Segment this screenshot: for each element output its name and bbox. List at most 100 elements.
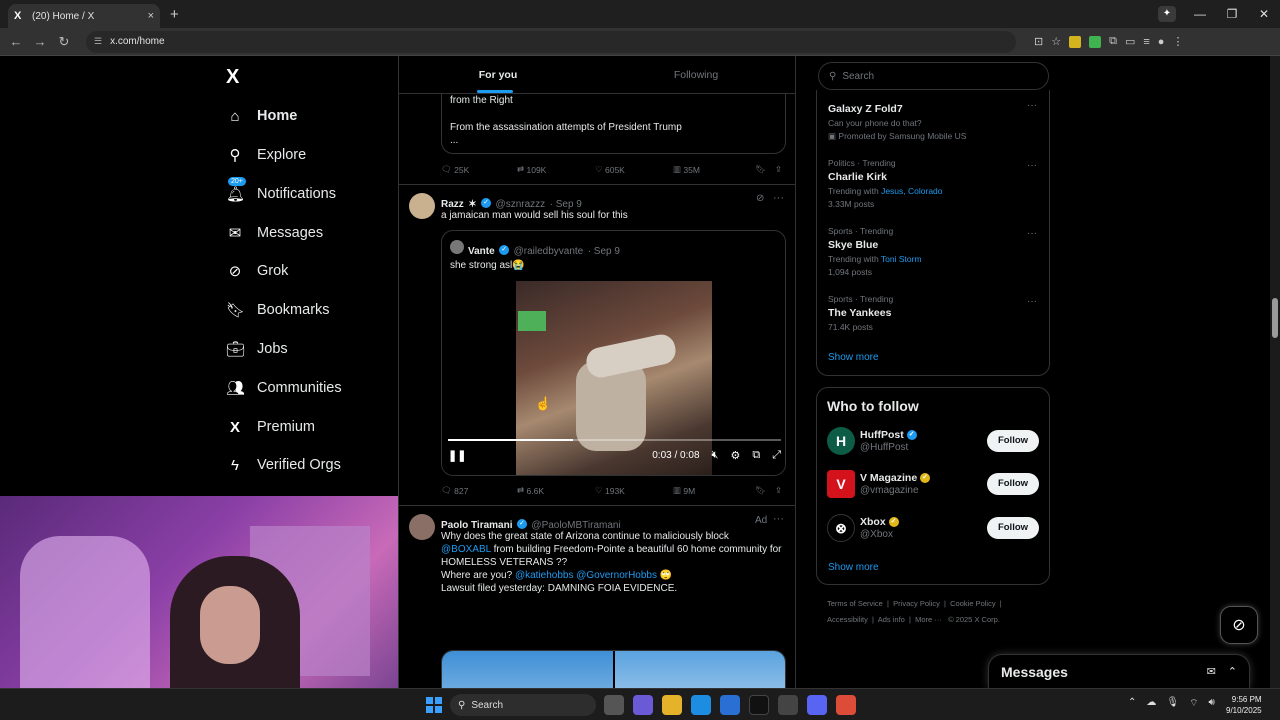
menu-kebab-icon[interactable]: ⋮ <box>1172 35 1183 48</box>
nav-explore[interactable]: ⚲ Explore <box>226 143 307 167</box>
fullscreen-icon[interactable]: ⤢ <box>772 449 781 462</box>
ad-image-left[interactable] <box>442 651 613 688</box>
mention-link[interactable]: @GovernorHobbs <box>573 570 657 581</box>
more-options-icon[interactable]: ··· <box>773 192 784 204</box>
nav-grok[interactable]: ⊘ Grok <box>226 259 289 283</box>
repost-button[interactable]: ⇄ 6.6K <box>517 485 595 496</box>
volume-icon[interactable]: 🔊︎ <box>1209 697 1215 710</box>
tab-following[interactable]: Following <box>597 56 795 93</box>
like-button[interactable]: ♡ 193K <box>595 485 673 496</box>
nav-messages[interactable]: ✉ Messages <box>226 221 323 245</box>
discord-icon[interactable] <box>807 695 827 715</box>
post1-card[interactable]: from the Right From the assassination at… <box>441 92 786 154</box>
quote-card[interactable]: Vante ✓ @railedbyvante · Sep 9 she stron… <box>441 230 786 476</box>
share-icon[interactable]: ⇪ <box>775 164 782 175</box>
x-logo-icon[interactable]: X <box>226 66 239 89</box>
follow-suggestion[interactable]: H HuffPost ✓ @HuffPost Follow <box>827 425 1039 457</box>
repost-button[interactable]: ⇄ 109K <box>517 164 595 175</box>
video-progress-bar[interactable] <box>448 439 781 441</box>
nav-home[interactable]: ⌂ Home <box>226 104 297 128</box>
url-field[interactable]: ☰ x.com/home <box>86 30 1016 53</box>
pip-icon[interactable]: ⧉ <box>752 449 760 462</box>
avatar[interactable] <box>409 514 435 540</box>
grok-explain-icon[interactable]: ⊘ <box>756 193 764 204</box>
forward-icon[interactable]: → <box>28 34 52 49</box>
more-options-icon[interactable]: ··· <box>1027 100 1037 111</box>
mute-icon[interactable]: 🔇︎ <box>712 449 719 462</box>
page-scrollbar[interactable] <box>1270 56 1280 688</box>
reply-button[interactable]: 🗨︎ 25K <box>441 164 517 175</box>
steam-icon[interactable] <box>778 695 798 715</box>
nav-verified-orgs[interactable]: ϟ Verified Orgs <box>226 453 341 477</box>
task-view-icon[interactable] <box>604 695 624 715</box>
taskbar-clock[interactable]: 9:56 PM 9/10/2025 <box>1226 694 1262 716</box>
file-explorer-icon[interactable] <box>662 695 682 715</box>
media-icon[interactable]: ≡ <box>1143 36 1149 48</box>
install-app-icon[interactable]: ⊡ <box>1034 35 1043 48</box>
nav-jobs[interactable]: 💼︎ Jobs <box>226 337 288 361</box>
ad-image-grid[interactable] <box>441 650 786 688</box>
video-player[interactable]: ❚❚ 0:03 / 0:08 🔇︎ ⚙ ⧉ ⤢ <box>442 281 785 475</box>
trend-item[interactable]: Galaxy Z Fold7 Can your phone do that? ▣… <box>828 100 1038 142</box>
footer-link[interactable]: Privacy Policy <box>893 599 940 608</box>
follow-suggestion[interactable]: ⊗ Xbox ✓ @Xbox Follow <box>827 512 1039 544</box>
extension-yellow-icon[interactable] <box>1069 35 1082 48</box>
trend-item[interactable]: Politics · Trending Charlie Kirk Trendin… <box>828 158 1038 209</box>
bookmark-post-icon[interactable]: 🔖︎ <box>755 485 775 496</box>
copilot-icon[interactable] <box>633 695 653 715</box>
onedrive-icon[interactable]: ☁ <box>1146 697 1156 710</box>
scrollbar-thumb[interactable] <box>1272 298 1278 338</box>
more-options-icon[interactable]: ··· <box>1027 296 1037 307</box>
extension-green-icon[interactable] <box>1089 35 1102 48</box>
views-button[interactable]: ▥ 9M <box>673 485 755 496</box>
like-button[interactable]: ♡ 605K <box>595 164 673 175</box>
ai-sparkle-icon[interactable]: ✦ <box>1158 6 1176 22</box>
messages-drawer[interactable]: Messages ✉ ⌃ <box>988 654 1250 688</box>
nav-bookmarks[interactable]: 🔖︎ Bookmarks <box>226 298 330 322</box>
split-view-icon[interactable]: ▭ <box>1125 35 1135 48</box>
tab-for-you[interactable]: For you <box>399 56 597 93</box>
tiktok-icon[interactable] <box>749 695 769 715</box>
edge-icon[interactable] <box>691 695 711 715</box>
new-message-icon[interactable]: ✉ <box>1207 665 1216 678</box>
show-more-link[interactable]: Show more <box>828 352 879 363</box>
mention-link[interactable]: @BOXABL <box>441 544 491 555</box>
footer-more[interactable]: More ··· <box>915 615 942 624</box>
close-window-button[interactable]: ✕ <box>1248 7 1280 21</box>
avatar[interactable] <box>409 193 435 219</box>
minimize-button[interactable]: — <box>1184 7 1216 21</box>
windows-start-icon[interactable] <box>426 697 442 713</box>
reload-icon[interactable]: ↻ <box>52 34 76 50</box>
grok-floating-button[interactable]: ⊘ <box>1220 606 1258 644</box>
follow-button[interactable]: Follow <box>987 517 1039 539</box>
site-info-icon[interactable]: ☰ <box>94 36 102 47</box>
follow-button[interactable]: Follow <box>987 473 1039 495</box>
share-icon[interactable]: ⇪ <box>775 485 782 496</box>
footer-link[interactable]: Ads info <box>878 615 905 624</box>
search-input[interactable]: ⚲ Search <box>818 62 1049 90</box>
more-options-icon[interactable]: ··· <box>1027 228 1037 239</box>
network-icon[interactable]: ⌔ <box>1189 697 1198 710</box>
chrome-icon[interactable] <box>836 695 856 715</box>
nav-premium[interactable]: X Premium <box>226 415 315 439</box>
more-options-icon[interactable]: ··· <box>773 513 784 525</box>
ad-image-right[interactable] <box>615 651 785 688</box>
footer-link[interactable]: Terms of Service <box>827 599 883 608</box>
footer-link[interactable]: Accessibility <box>827 615 868 624</box>
profile-avatar-icon[interactable]: ● <box>1158 36 1165 48</box>
show-more-link[interactable]: Show more <box>828 562 879 573</box>
tab-close-icon[interactable]: × <box>148 10 154 22</box>
taskbar-search[interactable]: ⚲ Search <box>450 694 596 716</box>
trend-item[interactable]: Sports · Trending Skye Blue Trending wit… <box>828 226 1038 277</box>
maximize-button[interactable]: ❐ <box>1216 7 1248 21</box>
pause-icon[interactable]: ❚❚ <box>448 449 466 462</box>
footer-link[interactable]: Cookie Policy <box>950 599 995 608</box>
follow-button[interactable]: Follow <box>987 430 1039 452</box>
nav-communities[interactable]: 👥︎ Communities <box>226 376 342 400</box>
back-icon[interactable]: ← <box>4 34 28 49</box>
nav-notifications[interactable]: 🔔︎ 20+ Notifications <box>226 177 336 206</box>
store-icon[interactable] <box>720 695 740 715</box>
new-tab-button[interactable]: + <box>170 6 179 23</box>
mic-icon[interactable]: 🎙︎ <box>1166 697 1179 710</box>
extensions-puzzle-icon[interactable]: ⧉ <box>1109 35 1117 48</box>
